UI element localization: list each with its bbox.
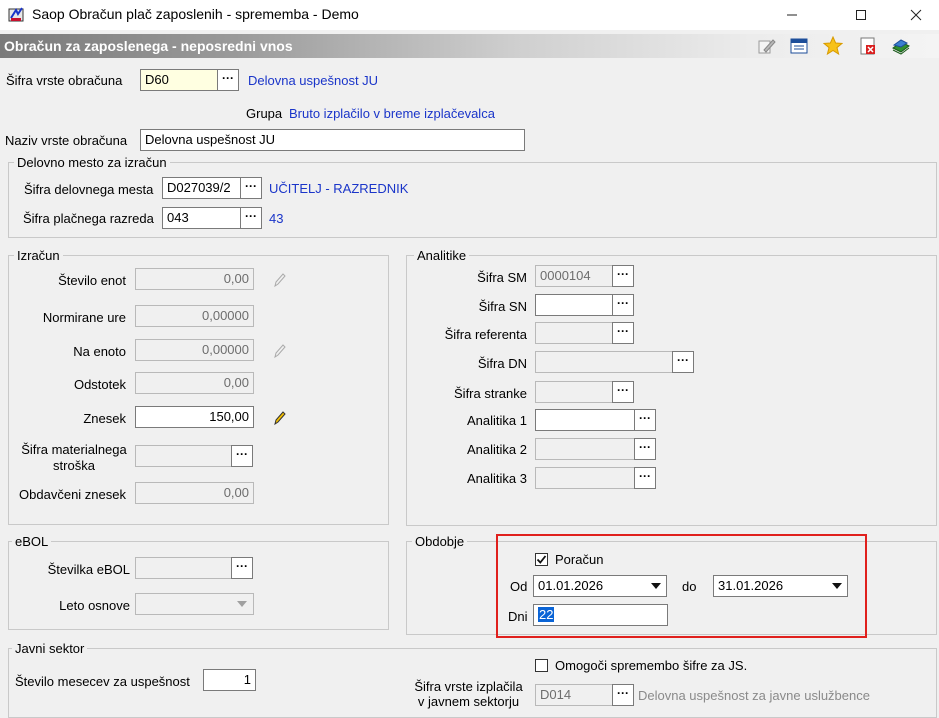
analitika-3-input[interactable]	[535, 467, 635, 489]
window-title: Saop Obračun plač zaposlenih - sprememba…	[32, 6, 359, 22]
placni-razred-input[interactable]: 043	[162, 207, 241, 229]
javni-sektor-legend: Javni sektor	[12, 641, 88, 656]
normirane-ure-input[interactable]: 0,00000	[135, 305, 254, 327]
ebol-legend: eBOL	[12, 534, 52, 549]
materialni-strosek-label-line1: Šifra materialnega	[21, 442, 127, 457]
sifra-sn-lookup-button[interactable]: ···	[612, 294, 634, 316]
analitika-2-label: Analitika 2	[467, 442, 527, 457]
omogoci-label: Omogoči spremembo šifre za JS.	[555, 658, 748, 673]
analitika-1-label: Analitika 1	[467, 413, 527, 428]
books-icon[interactable]	[891, 36, 911, 56]
analitika-1-input[interactable]	[535, 409, 635, 431]
znesek-label: Znesek	[83, 411, 126, 426]
title-bar: Saop Obračun plač zaposlenih - sprememba…	[0, 0, 939, 30]
close-button[interactable]	[893, 0, 939, 30]
znesek-pencil-icon[interactable]	[272, 410, 286, 426]
naziv-label: Naziv vrste obračuna	[5, 133, 128, 148]
sifra-vrste-input[interactable]: D60	[140, 69, 218, 91]
grupa-value: Bruto izplačilo v breme izplačevalca	[289, 106, 495, 121]
analitike-legend: Analitike	[414, 248, 470, 263]
grupa-label: Grupa	[246, 106, 283, 121]
sifra-referenta-input[interactable]	[535, 322, 613, 344]
izracun-legend: Izračun	[14, 248, 63, 263]
stevilo-enot-label: Število enot	[58, 273, 126, 288]
analitika-2-lookup-button[interactable]: ···	[634, 438, 656, 460]
placni-razred-lookup-button[interactable]: ···	[240, 207, 262, 229]
delovno-mesto-legend: Delovno mesto za izračun	[14, 155, 170, 170]
delete-icon[interactable]	[858, 36, 878, 56]
odstotek-input[interactable]: 0,00	[135, 372, 254, 394]
naziv-input[interactable]: Delovna uspešnost JU	[140, 129, 525, 151]
materialni-strosek-label: Šifra materialnega stroška	[18, 442, 130, 474]
delovno-mesto-description: UČITELJ - RAZREDNIK	[269, 181, 409, 196]
materialni-strosek-label-line2: stroška	[53, 458, 95, 473]
na-enoto-pencil-icon[interactable]	[272, 343, 286, 359]
na-enoto-input[interactable]: 0,00000	[135, 339, 254, 361]
sifra-vrste-description: Delovna uspešnost JU	[248, 73, 379, 88]
sifra-vrste-label: Šifra vrste obračuna	[6, 73, 123, 88]
sifra-referenta-label: Šifra referenta	[444, 327, 527, 342]
normirane-ure-label: Normirane ure	[42, 310, 126, 325]
analitika-1-lookup-button[interactable]: ···	[634, 409, 656, 431]
highlight-box	[496, 534, 867, 638]
materialni-strosek-lookup-button[interactable]: ···	[231, 445, 253, 467]
delovno-mesto-lookup-button[interactable]: ···	[240, 177, 262, 199]
stevilo-mesecev-label: Število mesecev za uspešnost	[15, 674, 190, 689]
sifra-vrste-lookup-button[interactable]: ···	[217, 69, 239, 91]
obdavceni-znesek-label: Obdavčeni znesek	[19, 487, 126, 502]
stevilo-enot-input[interactable]: 0,00	[135, 268, 254, 290]
obdobje-legend: Obdobje	[412, 534, 468, 549]
sifra-stranke-lookup-button[interactable]: ···	[612, 381, 634, 403]
delovno-mesto-input[interactable]: D027039/2	[162, 177, 241, 199]
znesek-input[interactable]: 150,00	[135, 406, 254, 428]
sifra-dn-input[interactable]	[535, 351, 673, 373]
placni-razred-description: 43	[269, 211, 284, 226]
minimize-button[interactable]	[769, 0, 815, 30]
sifra-sn-label: Šifra SN	[478, 299, 527, 314]
stevilo-enot-pencil-icon[interactable]	[272, 272, 286, 288]
sifra-sm-label: Šifra SM	[477, 270, 527, 285]
sifra-stranke-input[interactable]	[535, 381, 613, 403]
star-icon[interactable]	[822, 35, 844, 56]
delovno-mesto-label: Šifra delovnega mesta	[24, 182, 154, 197]
materialni-strosek-input[interactable]	[135, 445, 232, 467]
analitika-3-label: Analitika 3	[467, 471, 527, 486]
odstotek-label: Odstotek	[73, 377, 126, 392]
sifra-izplacila-label-line2: v javnem sektorju	[417, 694, 520, 709]
sifra-sm-input[interactable]: 0000104	[535, 265, 613, 287]
sifra-referenta-lookup-button[interactable]: ···	[612, 322, 634, 344]
form-title: Obračun za zaposlenega - neposredni vnos	[4, 38, 293, 54]
list-icon[interactable]	[789, 36, 809, 56]
sifra-izplacila-label-line1: Šifra vrste izplačila	[414, 679, 523, 694]
na-enoto-label: Na enoto	[73, 344, 126, 359]
obdavceni-znesek-input[interactable]: 0,00	[135, 482, 254, 504]
leto-osnove-dropdown-icon[interactable]	[232, 593, 252, 615]
delovno-mesto-group	[8, 162, 937, 238]
sifra-sn-input[interactable]	[535, 294, 613, 316]
stevilo-mesecev-input[interactable]: 1	[203, 669, 256, 691]
stevilka-ebol-label: Številka eBOL	[47, 562, 130, 577]
sifra-izplacila-label: Šifra vrste izplačila v javnem sektorju	[410, 679, 527, 709]
sifra-stranke-label: Šifra stranke	[454, 386, 527, 401]
ebol-group	[8, 541, 389, 630]
sifra-izplacila-input[interactable]: D014	[535, 684, 613, 706]
sifra-dn-label: Šifra DN	[477, 356, 527, 371]
maximize-button[interactable]	[838, 0, 884, 30]
edit-icon[interactable]	[756, 36, 776, 56]
leto-osnove-label: Leto osnove	[59, 598, 130, 613]
sifra-sm-lookup-button[interactable]: ···	[612, 265, 634, 287]
sifra-izplacila-lookup-button[interactable]: ···	[612, 684, 634, 706]
analitika-3-lookup-button[interactable]: ···	[634, 467, 656, 489]
stevilka-ebol-lookup-button[interactable]: ···	[231, 557, 253, 579]
analitika-2-input[interactable]	[535, 438, 635, 460]
form-header: Obračun za zaposlenega - neposredni vnos	[0, 34, 939, 58]
placni-razred-label: Šifra plačnega razreda	[23, 211, 154, 226]
omogoci-checkbox[interactable]	[535, 659, 548, 672]
stevilka-ebol-input[interactable]	[135, 557, 232, 579]
sifra-dn-lookup-button[interactable]: ···	[672, 351, 694, 373]
sifra-izplacila-description: Delovna uspešnost za javne uslužbence	[638, 688, 870, 703]
app-logo-icon	[8, 6, 26, 24]
